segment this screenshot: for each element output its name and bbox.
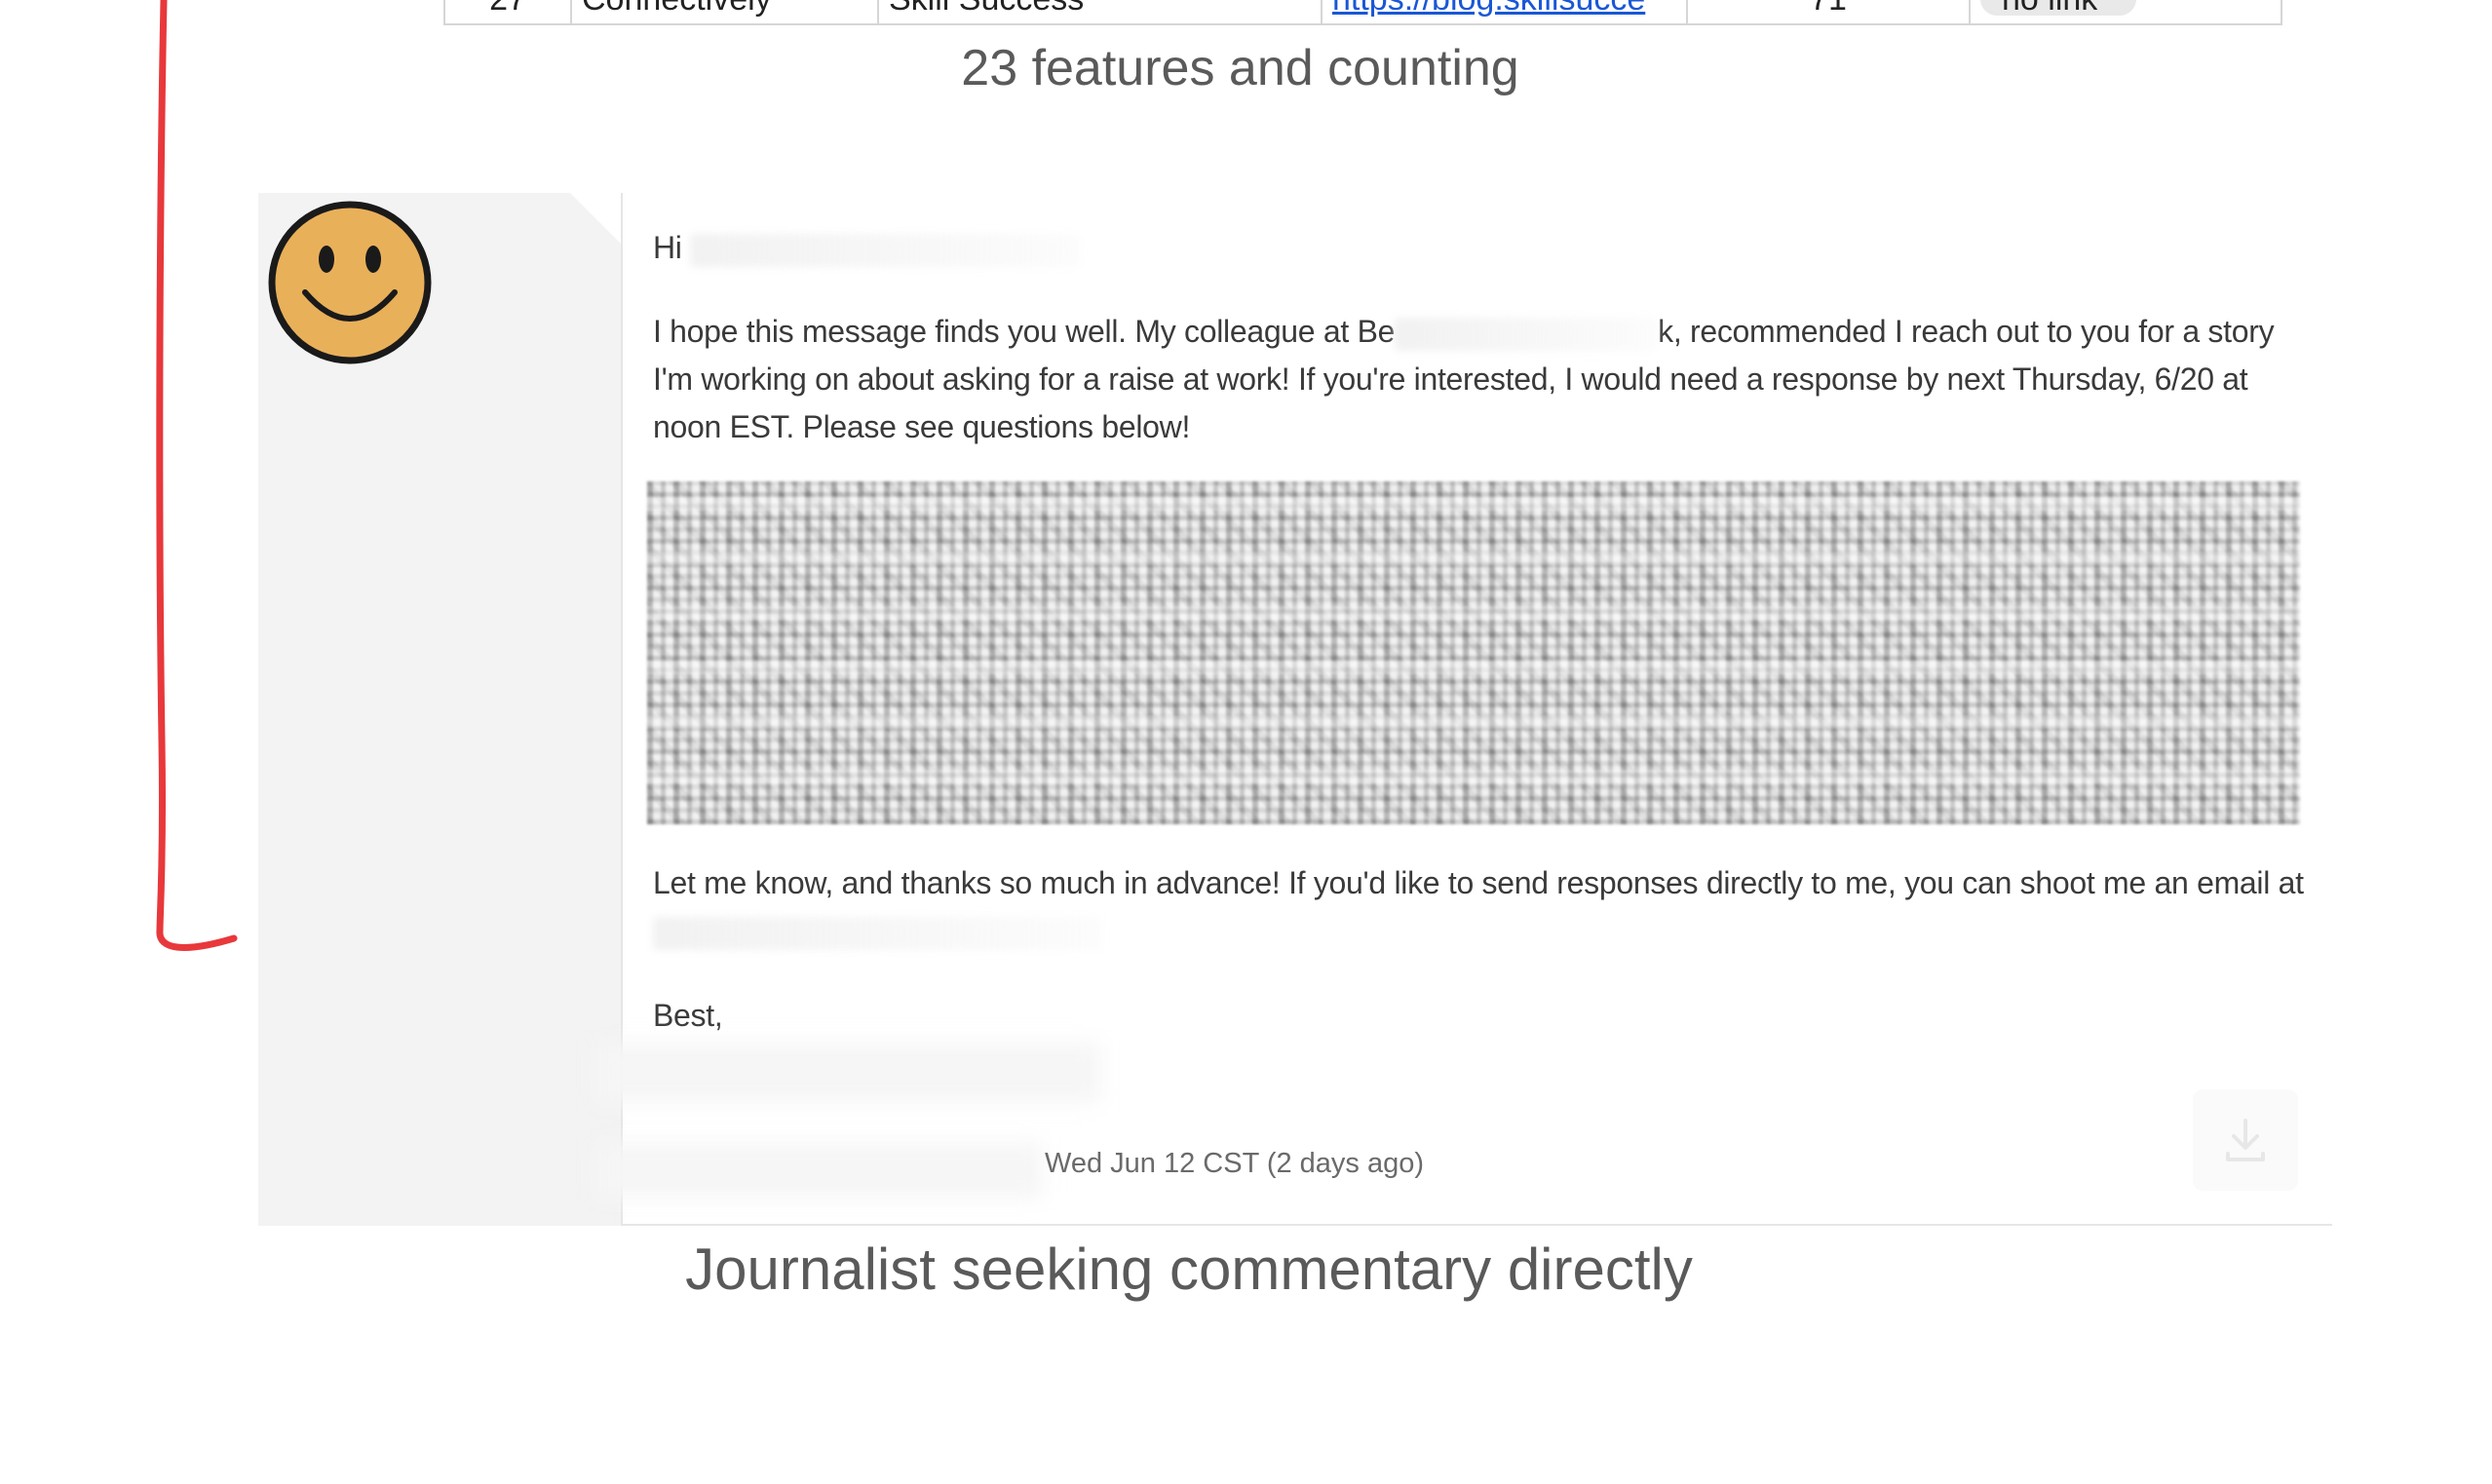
link-status-cell: no link bbox=[1971, 0, 2281, 25]
caption-features: 23 features and counting bbox=[961, 40, 1519, 96]
row-number-cell: 27 bbox=[445, 0, 572, 25]
score-cell: 71 bbox=[1688, 0, 1971, 25]
publication-cell: Skill Success bbox=[879, 0, 1323, 25]
download-button[interactable] bbox=[2193, 1089, 2298, 1191]
page: 27 Connectively Skill Success https://bl… bbox=[0, 0, 2492, 1484]
signoff-text: Best, bbox=[653, 998, 723, 1033]
smiley-face-icon bbox=[268, 201, 432, 364]
email-paragraph-intro: I hope this message finds you well. My c… bbox=[653, 308, 2310, 451]
email-sidebar bbox=[258, 193, 621, 1226]
redacted-name bbox=[690, 233, 1081, 267]
link-status-dropdown[interactable]: no link bbox=[1980, 0, 2137, 16]
email-signoff: Best, bbox=[653, 992, 723, 1040]
url-link[interactable]: https://blog.skillsucce bbox=[1323, 0, 1688, 25]
red-bracket-annotation bbox=[156, 0, 238, 951]
redacted-signature bbox=[594, 1043, 1101, 1103]
greeting-text: Hi bbox=[653, 230, 682, 265]
redacted-questions-block bbox=[647, 481, 2300, 824]
source-name-cell: Connectively bbox=[572, 0, 879, 25]
intro-text-start: I hope this message finds you well. My c… bbox=[653, 314, 1396, 349]
email-greeting: Hi bbox=[653, 224, 1081, 272]
redacted-company bbox=[1395, 317, 1659, 351]
closing-text: Let me know, and thanks so much in advan… bbox=[653, 865, 2304, 900]
download-icon bbox=[2226, 1119, 2265, 1161]
results-table-fragment: 27 Connectively Skill Success https://bl… bbox=[443, 0, 2282, 25]
redacted-sender-info bbox=[594, 1142, 1043, 1199]
email-timestamp: Wed Jun 12 CST (2 days ago) bbox=[1045, 1148, 1425, 1179]
redacted-email-address bbox=[653, 916, 1101, 950]
caption-journalist: Journalist seeking commentary directly bbox=[685, 1237, 1693, 1302]
email-paragraph-closing: Let me know, and thanks so much in advan… bbox=[653, 859, 2310, 955]
